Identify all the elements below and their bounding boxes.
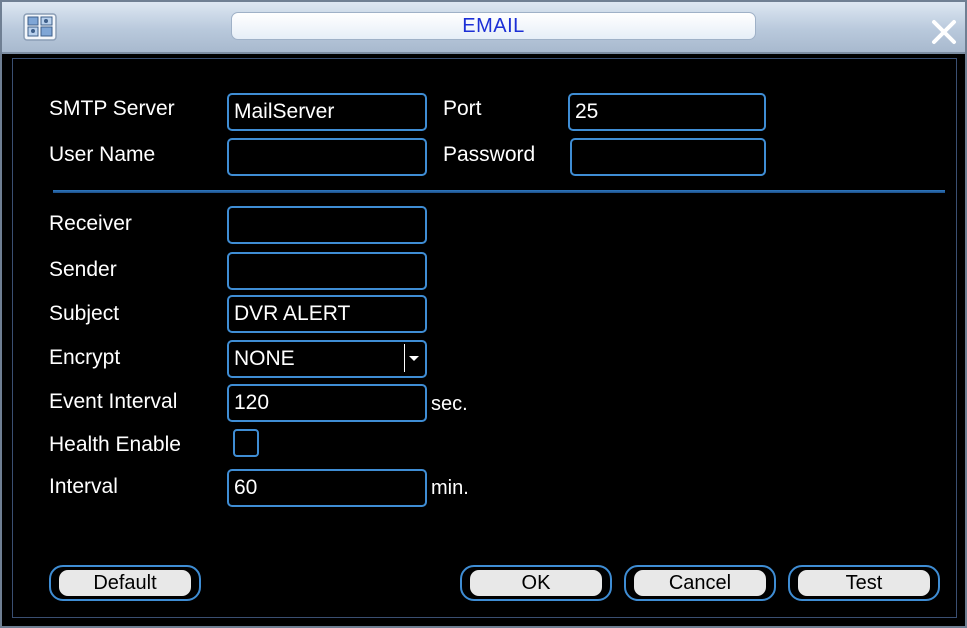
default-button[interactable]: Default [49, 565, 201, 601]
health-enable-label: Health Enable [49, 433, 181, 456]
title-bar: EMAIL [2, 2, 965, 54]
interval-unit: min. [431, 477, 469, 499]
test-button-label: Test [798, 570, 930, 596]
ok-button-label: OK [470, 570, 602, 596]
cancel-button-label: Cancel [634, 570, 766, 596]
receiver-label: Receiver [49, 212, 132, 235]
title-pill: EMAIL [231, 12, 756, 40]
health-enable-checkbox[interactable] [233, 429, 259, 457]
password-label: Password [443, 143, 536, 166]
event-interval-input[interactable]: 120 [227, 384, 427, 422]
email-form: SMTP Server MailServer Port 25 User Name… [12, 58, 957, 618]
interval-label: Interval [49, 475, 118, 498]
monitor-icon [22, 11, 58, 43]
port-input[interactable]: 25 [568, 93, 766, 131]
encrypt-select[interactable]: NONE [227, 340, 427, 378]
subject-input[interactable]: DVR ALERT [227, 295, 427, 333]
email-settings-window: EMAIL SMTP Server MailServer Port 25 Use… [0, 0, 967, 628]
user-name-label: User Name [49, 143, 156, 166]
password-input[interactable] [570, 138, 766, 176]
port-label: Port [443, 97, 482, 120]
cancel-button[interactable]: Cancel [624, 565, 776, 601]
chevron-down-icon[interactable] [404, 344, 423, 372]
window-title: EMAIL [462, 15, 525, 37]
default-button-label: Default [59, 570, 191, 596]
receiver-input[interactable] [227, 206, 427, 244]
section-divider [53, 190, 945, 193]
test-button[interactable]: Test [788, 565, 940, 601]
sender-label: Sender [49, 258, 117, 281]
subject-label: Subject [49, 302, 120, 325]
event-interval-unit: sec. [431, 393, 468, 415]
user-name-input[interactable] [227, 138, 427, 176]
close-icon[interactable] [930, 18, 958, 46]
encrypt-value: NONE [234, 347, 295, 370]
interval-input[interactable]: 60 [227, 469, 427, 507]
ok-button[interactable]: OK [460, 565, 612, 601]
event-interval-label: Event Interval [49, 390, 178, 413]
encrypt-label: Encrypt [49, 346, 121, 369]
smtp-server-input[interactable]: MailServer [227, 93, 427, 131]
smtp-server-label: SMTP Server [49, 97, 175, 120]
sender-input[interactable] [227, 252, 427, 290]
